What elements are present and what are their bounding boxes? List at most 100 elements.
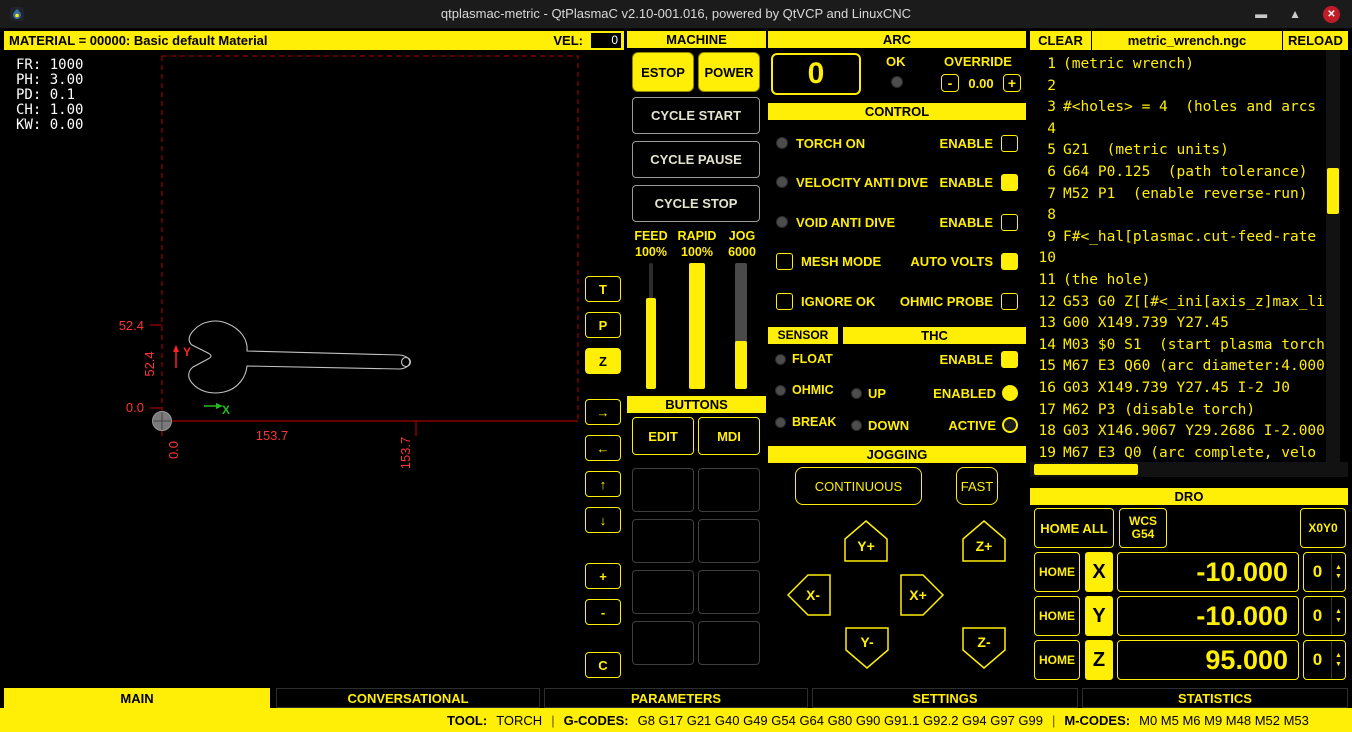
gcode-vertical-scrollbar-thumb[interactable] xyxy=(1327,168,1339,214)
thc-down-led xyxy=(851,420,862,431)
cycle-start-button[interactable]: CYCLE START xyxy=(632,97,760,134)
x-offset-spinner[interactable]: 0 ▲▼ xyxy=(1303,552,1346,592)
spinner-down-icon[interactable]: ▼ xyxy=(1335,573,1342,580)
user-button-empty xyxy=(698,570,760,614)
pan-up-button[interactable]: ↑ xyxy=(585,471,621,497)
ohmic-probe-label: OHMIC PROBE xyxy=(900,294,993,309)
estop-button[interactable]: ESTOP xyxy=(632,52,694,92)
override-minus-button[interactable]: - xyxy=(941,74,959,92)
minimize-icon[interactable]: ▬ xyxy=(1255,8,1267,20)
spinner-up-icon[interactable]: ▲ xyxy=(1335,608,1342,615)
user-button-empty xyxy=(632,621,694,665)
tab-parameters[interactable]: PARAMETERS xyxy=(544,688,808,708)
home-all-button[interactable]: HOME ALL xyxy=(1034,508,1114,548)
torch-on-label: TORCH ON xyxy=(796,136,865,151)
tab-conversational[interactable]: CONVERSATIONAL xyxy=(276,688,540,708)
torch-enable-checkbox[interactable] xyxy=(1001,135,1018,152)
maximize-icon[interactable]: ▲ xyxy=(1289,8,1301,20)
jog-fast-button[interactable]: FAST xyxy=(956,467,998,505)
gcode-horizontal-scrollbar[interactable] xyxy=(1030,462,1348,477)
home-x-button[interactable]: HOME xyxy=(1034,552,1080,592)
titlebar: qtplasmac-metric - QtPlasmaC v2.10-001.0… xyxy=(0,0,1352,28)
rapid-slider[interactable] xyxy=(686,263,708,389)
gcode-horizontal-scrollbar-thumb[interactable] xyxy=(1034,464,1138,475)
z-offset-spinner[interactable]: 0 ▲ ▼ xyxy=(1303,640,1346,680)
gcode-line: 10 xyxy=(1030,248,1348,270)
jogging-panel-header: JOGGING xyxy=(768,446,1026,463)
override-plus-button[interactable]: + xyxy=(1003,74,1021,92)
cycle-pause-button[interactable]: CYCLE PAUSE xyxy=(632,141,760,178)
ohmic-probe-checkbox[interactable] xyxy=(1001,293,1018,310)
pan-left-button[interactable]: ← xyxy=(585,435,621,461)
view-top-button[interactable]: T xyxy=(585,276,621,302)
clear-view-button[interactable]: C xyxy=(585,652,621,678)
y-offset-spinner[interactable]: 0 ▲▼ xyxy=(1303,596,1346,636)
gcode-line: 11(the hole) xyxy=(1030,270,1348,292)
edit-button[interactable]: EDIT xyxy=(632,417,694,455)
gcode-line: 14M03 $0 S1 (start plasma torch xyxy=(1030,335,1348,357)
mesh-mode-checkbox[interactable] xyxy=(776,253,793,270)
material-selector[interactable]: MATERIAL = 00000: Basic default Material… xyxy=(4,31,624,50)
mdi-button[interactable]: MDI xyxy=(698,417,760,455)
clear-button[interactable]: CLEAR xyxy=(1030,31,1092,50)
wcs-line2: G54 xyxy=(1132,528,1155,541)
velocity-anti-dive-checkbox[interactable] xyxy=(1001,174,1018,191)
pan-down-button[interactable]: ↓ xyxy=(585,507,621,533)
void-anti-dive-checkbox[interactable] xyxy=(1001,214,1018,231)
preview-canvas[interactable]: 52.4 52.4 0.0 0.0 153.7 153.7 Y X xyxy=(4,50,582,688)
tab-settings[interactable]: SETTINGS xyxy=(812,688,1078,708)
reload-button[interactable]: RELOAD xyxy=(1282,31,1348,50)
close-icon[interactable]: ✕ xyxy=(1323,6,1340,23)
feed-slider-handle[interactable] xyxy=(646,298,656,389)
jog-x-minus-button[interactable]: X- xyxy=(786,573,832,617)
auto-volts-checkbox[interactable] xyxy=(1001,253,1018,270)
tab-statistics[interactable]: STATISTICS xyxy=(1082,688,1348,708)
z-offset-value: 0 xyxy=(1304,650,1331,670)
gcodes-value: G8 G17 G21 G40 G49 G54 G64 G80 G90 G91.1… xyxy=(638,713,1043,728)
jog-x-plus-button[interactable]: X+ xyxy=(899,573,945,617)
rapid-slider-handle[interactable] xyxy=(689,263,705,389)
y-axis-label: Y xyxy=(183,345,191,359)
gcode-line: 1(metric wrench) xyxy=(1030,54,1348,76)
home-z-button[interactable]: HOME xyxy=(1034,640,1080,680)
view-perspective-button[interactable]: P xyxy=(585,312,621,338)
spinner-down-icon[interactable]: ▼ xyxy=(1335,617,1342,624)
spinner-up-icon[interactable]: ▲ xyxy=(1335,652,1342,659)
spinner-up-icon[interactable]: ▲ xyxy=(1335,564,1342,571)
gcode-preview[interactable]: FR: 1000 PH: 3.00 PD: 0.1 CH: 1.00 KW: 0… xyxy=(4,50,582,688)
jog-z-plus-button[interactable]: Z+ xyxy=(961,519,1007,563)
dro-y-value: -10.000 xyxy=(1117,596,1299,636)
feed-value: 100% xyxy=(630,245,672,259)
svg-text:X-: X- xyxy=(806,587,820,603)
machine-limits-boundary xyxy=(162,56,578,421)
jog-slider[interactable] xyxy=(730,263,752,389)
user-button-empty xyxy=(698,621,760,665)
gcode-viewer[interactable]: 1(metric wrench) 2 3#<holes> = 4 (holes … xyxy=(1030,50,1348,462)
buttons-panel-header: BUTTONS xyxy=(627,396,766,413)
gcode-file-bar: CLEAR metric_wrench.ngc RELOAD xyxy=(1030,31,1348,50)
ignore-ok-checkbox[interactable] xyxy=(776,293,793,310)
tab-main[interactable]: MAIN xyxy=(4,688,270,708)
jog-z-minus-button[interactable]: Z- xyxy=(961,626,1007,670)
feed-slider[interactable] xyxy=(640,263,662,389)
jog-continuous-button[interactable]: CONTINUOUS xyxy=(795,467,922,505)
power-button[interactable]: POWER xyxy=(698,52,760,92)
zoom-in-button[interactable]: + xyxy=(585,563,621,589)
jog-slider-handle[interactable] xyxy=(735,341,747,389)
wcs-button[interactable]: WCS G54 xyxy=(1119,508,1167,548)
float-led xyxy=(775,354,786,365)
jog-y-plus-button[interactable]: Y+ xyxy=(843,519,889,563)
dro-x-value: -10.000 xyxy=(1117,552,1299,592)
zoom-out-button[interactable]: - xyxy=(585,599,621,625)
void-anti-dive-led xyxy=(776,216,788,228)
home-y-button[interactable]: HOME xyxy=(1034,596,1080,636)
thc-enable-checkbox[interactable] xyxy=(1001,351,1018,368)
jog-y-minus-button[interactable]: Y- xyxy=(844,626,890,670)
spinner-down-icon[interactable]: ▼ xyxy=(1335,661,1342,668)
gcode-vertical-scrollbar[interactable] xyxy=(1326,50,1340,462)
enable-label: ENABLE xyxy=(940,215,993,230)
view-z-button[interactable]: Z xyxy=(585,348,621,374)
x0y0-button[interactable]: X0Y0 xyxy=(1300,508,1346,548)
cycle-stop-button[interactable]: CYCLE STOP xyxy=(632,185,760,222)
pan-right-button[interactable]: → xyxy=(585,399,621,425)
